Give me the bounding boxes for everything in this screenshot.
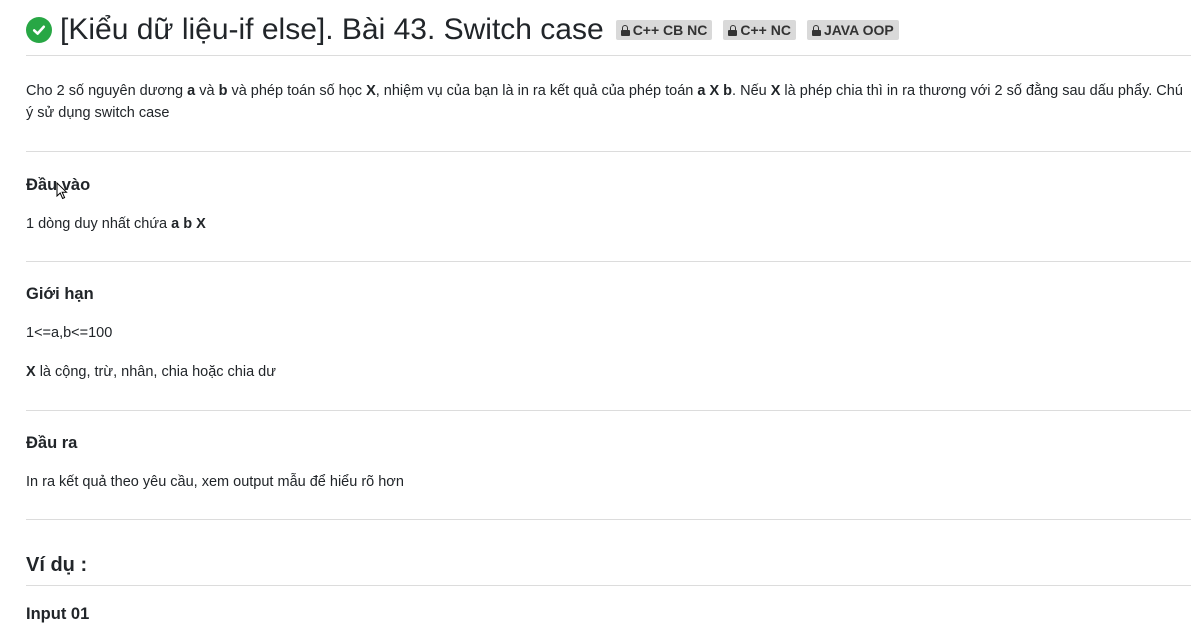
divider bbox=[26, 55, 1191, 56]
lock-icon bbox=[620, 24, 630, 36]
divider bbox=[26, 261, 1191, 262]
tag-cpp-cb-nc[interactable]: C++ CB NC bbox=[615, 20, 713, 40]
tag-label: C++ NC bbox=[740, 22, 791, 38]
problem-title-row: [Kiểu dữ liệu-if else]. Bài 43. Switch c… bbox=[26, 10, 910, 50]
divider bbox=[26, 585, 1191, 586]
divider bbox=[26, 519, 1191, 520]
input-description: 1 dòng duy nhất chứa a b X bbox=[26, 216, 206, 232]
limits-heading: Giới hạn bbox=[26, 285, 94, 303]
tag-cpp-nc[interactable]: C++ NC bbox=[723, 20, 796, 40]
check-circle-icon bbox=[26, 17, 52, 43]
tag-label: C++ CB NC bbox=[632, 22, 708, 38]
problem-description: Cho 2 số nguyên dương a và b và phép toá… bbox=[26, 83, 1183, 121]
limits-line-1: 1<=a,b<=100 bbox=[26, 325, 113, 341]
output-heading: Đầu ra bbox=[26, 434, 78, 452]
lock-icon bbox=[811, 24, 821, 36]
lock-icon bbox=[728, 24, 738, 36]
divider bbox=[26, 410, 1191, 411]
input-example-heading: Input 01 bbox=[26, 605, 90, 623]
mouse-cursor-icon bbox=[56, 182, 68, 200]
limits-line-2: X là cộng, trừ, nhân, chia hoặc chia dư bbox=[26, 364, 276, 380]
examples-heading: Ví dụ : bbox=[26, 554, 88, 576]
output-description: In ra kết quả theo yêu cầu, xem output m… bbox=[26, 474, 404, 490]
divider bbox=[26, 151, 1191, 152]
tag-java-oop[interactable]: JAVA OOP bbox=[806, 20, 899, 40]
problem-title: [Kiểu dữ liệu-if else]. Bài 43. Switch c… bbox=[60, 13, 604, 46]
problem-page: [Kiểu dữ liệu-if else]. Bài 43. Switch c… bbox=[0, 0, 1191, 643]
tag-label: JAVA OOP bbox=[823, 22, 894, 38]
